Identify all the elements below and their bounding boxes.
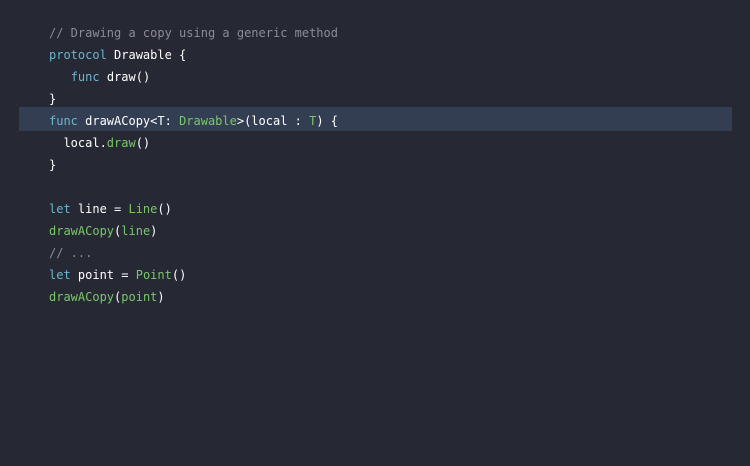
code-line: let point = Point() [0, 264, 750, 286]
code-token-plain: point = [70, 268, 136, 282]
code-token-plain: } [49, 92, 57, 106]
code-token-type: Point [135, 268, 172, 282]
code-line: func drawACopy<T: Drawable>(local : T) { [0, 110, 750, 132]
code-line: // ... [0, 242, 750, 264]
code-line: } [0, 88, 750, 110]
code-line-text: // Drawing a copy using a generic method [49, 22, 338, 44]
code-token-plain: ) [157, 290, 165, 304]
code-line-text: protocol Drawable { [49, 44, 186, 66]
code-line-text: func draw() [49, 66, 150, 88]
code-line: // Drawing a copy using a generic method [0, 22, 750, 44]
code-token-plain: ) [150, 224, 158, 238]
code-token-plain: draw() [99, 70, 151, 84]
code-line-text: // ... [49, 242, 92, 264]
code-line-text: local.draw() [49, 132, 150, 154]
code-line-text: let line = Line() [49, 198, 172, 220]
code-token-plain: >(local : [236, 114, 310, 128]
code-line: } [0, 154, 750, 176]
code-token-plain: local. [49, 136, 107, 150]
code-line-text: drawACopy(point) [49, 286, 165, 308]
code-token-comment: // ... [49, 246, 93, 260]
code-line: local.draw() [0, 132, 750, 154]
code-token-type: drawACopy [49, 290, 115, 304]
code-line: drawACopy(point) [0, 286, 750, 308]
code-token-plain: () [135, 136, 151, 150]
code-editor[interactable]: // Drawing a copy using a generic method… [0, 0, 750, 466]
code-token-comment: // Drawing a copy using a generic method [49, 26, 338, 40]
code-line-text: } [49, 154, 56, 176]
code-token-type: Drawable [179, 114, 237, 128]
code-token-plain: () [157, 202, 172, 216]
code-token-type: drawACopy [49, 224, 115, 238]
code-token-plain: line = [70, 202, 129, 216]
code-token-type: draw [106, 136, 136, 150]
code-token-plain: } [49, 158, 57, 172]
code-line-text: let point = Point() [49, 264, 186, 286]
code-token-plain: drawACopy<T: [77, 114, 180, 128]
code-token-type: point [121, 290, 158, 304]
code-token-keyword: let [49, 268, 71, 282]
code-line: let line = Line() [0, 198, 750, 220]
code-token-type: Line [128, 202, 158, 216]
code-token-plain: ) { [316, 114, 339, 128]
code-line-text: } [49, 88, 56, 110]
code-token-keyword: protocol [49, 48, 107, 62]
code-token-keyword: let [49, 202, 71, 216]
code-line-text: drawACopy(line) [49, 220, 157, 242]
code-line: protocol Drawable { [0, 44, 750, 66]
code-token-keyword: func [49, 114, 78, 128]
code-line: func draw() [0, 66, 750, 88]
code-token-keyword: func [70, 70, 100, 84]
code-token-plain: Drawable { [106, 48, 187, 62]
code-line: drawACopy(line) [0, 220, 750, 242]
code-line-text: func drawACopy<T: Drawable>(local : T) { [49, 110, 338, 132]
code-token-type: line [121, 224, 151, 238]
code-token-plain: () [171, 268, 187, 282]
